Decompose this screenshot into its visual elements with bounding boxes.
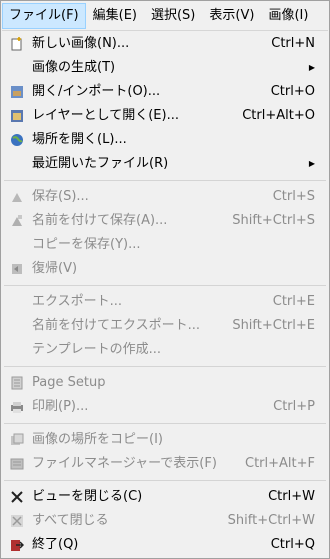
- file-manager-icon: [9, 456, 25, 472]
- menu-item-label: 開く/インポート(O)...: [32, 84, 161, 99]
- globe-icon: [9, 132, 25, 148]
- menu-item-show-in-file-manager[interactable]: ファイルマネージャーで表示(F) Ctrl+Alt+F: [2, 452, 328, 476]
- menu-item-recent[interactable]: 最近開いたファイル(R) ▶: [2, 152, 328, 176]
- menu-item-close-view[interactable]: ビューを閉じる(C) Ctrl+W: [2, 485, 328, 509]
- menu-item-create[interactable]: 画像の生成(T) ▶: [2, 56, 328, 80]
- menu-item-shortcut: Shift+Ctrl+W: [227, 513, 315, 528]
- separator: [4, 480, 326, 481]
- separator: [4, 423, 326, 424]
- menu-item-shortcut: Ctrl+Alt+O: [242, 108, 315, 123]
- separator: [4, 285, 326, 286]
- menu-item-save-copy[interactable]: コピーを保存(Y)...: [2, 233, 328, 257]
- menu-item-label: 画像の場所をコピー(I): [32, 432, 163, 447]
- menu-item-create-template[interactable]: テンプレートの作成...: [2, 338, 328, 362]
- menu-item-label: 終了(Q): [32, 537, 79, 552]
- quit-icon: [9, 537, 25, 553]
- open-as-layers-icon: [9, 108, 25, 124]
- menu-item-open-as-layers[interactable]: レイヤーとして開く(E)... Ctrl+Alt+O: [2, 104, 328, 128]
- menu-item-shortcut: Ctrl+S: [272, 189, 315, 204]
- menu-item-shortcut: Ctrl+W: [268, 489, 315, 504]
- menu-item-label: ファイルマネージャーで表示(F): [32, 456, 217, 471]
- menubar-file[interactable]: ファイル(F): [2, 3, 86, 29]
- menu-item-label: 保存(S)...: [32, 189, 89, 204]
- menu-item-save-as[interactable]: 名前を付けて保存(A)... Shift+Ctrl+S: [2, 209, 328, 233]
- menu-item-close-all[interactable]: すべて閉じる Shift+Ctrl+W: [2, 509, 328, 533]
- menu-item-page-setup[interactable]: Page Setup: [2, 371, 328, 395]
- menu-item-label: 名前を付けてエクスポート...: [32, 318, 201, 333]
- print-icon: [9, 399, 25, 415]
- menu-item-label: レイヤーとして開く(E)...: [32, 108, 179, 123]
- close-view-icon: [9, 489, 25, 505]
- menubar: ファイル(F) 編集(E) 選択(S) 表示(V) 画像(I): [2, 2, 328, 31]
- menu-item-label: 復帰(V): [32, 261, 78, 276]
- menubar-view[interactable]: 表示(V): [202, 3, 261, 29]
- menu-item-export-as[interactable]: 名前を付けてエクスポート... Shift+Ctrl+E: [2, 314, 328, 338]
- menubar-image[interactable]: 画像(I): [261, 3, 315, 29]
- submenu-arrow-icon: ▶: [308, 159, 315, 168]
- menu-item-label: すべて閉じる: [32, 513, 109, 528]
- menu-item-print[interactable]: 印刷(P)... Ctrl+P: [2, 395, 328, 419]
- menu-item-save[interactable]: 保存(S)... Ctrl+S: [2, 185, 328, 209]
- menu-item-label: ビューを閉じる(C): [32, 489, 143, 504]
- separator: [4, 180, 326, 181]
- page-setup-icon: [9, 375, 25, 391]
- menubar-select[interactable]: 選択(S): [144, 3, 202, 29]
- menu-item-label: Page Setup: [32, 375, 106, 390]
- menu-item-quit[interactable]: 終了(Q) Ctrl+Q: [2, 533, 328, 557]
- menu-item-label: 印刷(P)...: [32, 399, 89, 414]
- menu-item-label: 新しい画像(N)...: [32, 36, 130, 51]
- menu-item-label: 名前を付けて保存(A)...: [32, 213, 168, 228]
- menu-item-label: 画像の生成(T): [32, 60, 116, 75]
- menubar-edit[interactable]: 編集(E): [86, 3, 144, 29]
- menu-item-new-image[interactable]: 新しい画像(N)... Ctrl+N: [2, 32, 328, 56]
- menu-item-shortcut: Ctrl+E: [272, 294, 315, 309]
- menu-item-shortcut: Ctrl+Alt+F: [245, 456, 315, 471]
- menu-item-shortcut: Shift+Ctrl+S: [232, 213, 315, 228]
- menu-item-shortcut: Shift+Ctrl+E: [232, 318, 315, 333]
- window-frame: ファイル(F) 編集(E) 選択(S) 表示(V) 画像(I) 新しい画像(N)…: [0, 0, 330, 559]
- menu-item-revert[interactable]: 復帰(V): [2, 257, 328, 281]
- menu-item-shortcut: Ctrl+N: [271, 36, 315, 51]
- save-icon: [9, 189, 25, 205]
- menu-item-label: テンプレートの作成...: [32, 342, 162, 357]
- separator: [4, 366, 326, 367]
- copy-location-icon: [9, 432, 25, 448]
- menu-item-label: エクスポート...: [32, 294, 123, 309]
- menu-item-shortcut: Ctrl+Q: [270, 537, 315, 552]
- file-menu: 新しい画像(N)... Ctrl+N 画像の生成(T) ▶ 開く/インポート(O…: [2, 32, 328, 557]
- new-image-icon: [9, 36, 25, 52]
- menu-item-shortcut: Ctrl+P: [273, 399, 315, 414]
- open-icon: [9, 84, 25, 100]
- revert-icon: [9, 261, 25, 277]
- menu-item-open[interactable]: 開く/インポート(O)... Ctrl+O: [2, 80, 328, 104]
- menu-item-copy-location[interactable]: 画像の場所をコピー(I): [2, 428, 328, 452]
- menu-item-shortcut: Ctrl+O: [270, 84, 315, 99]
- menu-item-label: コピーを保存(Y)...: [32, 237, 141, 252]
- menu-item-label: 場所を開く(L)...: [32, 132, 127, 147]
- save-as-icon: [9, 213, 25, 229]
- menu-item-export[interactable]: エクスポート... Ctrl+E: [2, 290, 328, 314]
- menu-item-open-location[interactable]: 場所を開く(L)...: [2, 128, 328, 152]
- close-all-icon: [9, 513, 25, 529]
- menu-item-label: 最近開いたファイル(R): [32, 156, 169, 171]
- submenu-arrow-icon: ▶: [308, 63, 315, 72]
